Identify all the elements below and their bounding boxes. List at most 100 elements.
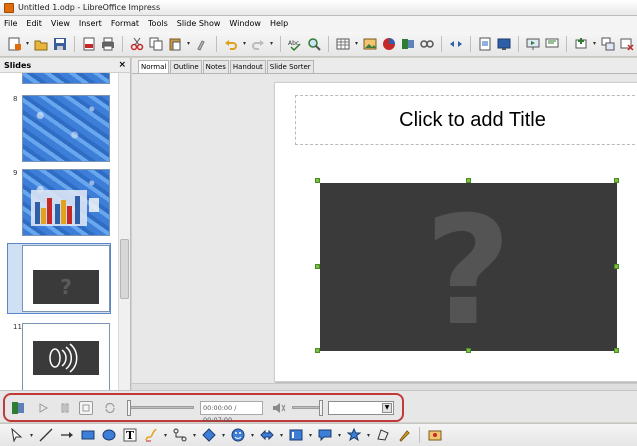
position-slider[interactable] [127, 406, 194, 409]
image-placeholder-object[interactable]: ? [320, 183, 617, 359]
slides-scrollbar-thumb[interactable] [120, 239, 129, 299]
flowchart-icon[interactable] [287, 426, 305, 444]
paste-dropdown-icon[interactable]: ▾ [186, 36, 191, 52]
slide-edit-area[interactable]: Click to add Title ? [132, 73, 637, 390]
redo-icon[interactable] [250, 36, 266, 52]
table-icon[interactable] [335, 36, 351, 52]
callouts-icon[interactable] [316, 426, 334, 444]
selection-handle[interactable] [466, 348, 471, 353]
menu-window[interactable]: Window [229, 19, 261, 28]
menu-slide-show[interactable]: Slide Show [177, 19, 221, 28]
line-icon[interactable] [37, 426, 55, 444]
flowchart-dropdown-icon[interactable]: ▾ [308, 427, 313, 443]
pause-icon[interactable] [58, 401, 72, 415]
volume-slider[interactable] [292, 406, 320, 409]
stars-icon[interactable] [345, 426, 363, 444]
menu-file[interactable]: File [4, 19, 17, 28]
delete-slide-icon[interactable] [619, 36, 635, 52]
new-icon[interactable] [6, 36, 22, 52]
selection-handle[interactable] [614, 178, 619, 183]
tab-handout[interactable]: Handout [229, 60, 266, 73]
selection-handle[interactable] [614, 264, 619, 269]
horizontal-scrollbar[interactable] [132, 383, 637, 390]
paste-icon[interactable] [167, 36, 183, 52]
slide-thumbnail-8[interactable] [22, 95, 110, 162]
copy-icon[interactable] [148, 36, 164, 52]
select-icon[interactable] [8, 426, 26, 444]
menu-format[interactable]: Format [111, 19, 139, 28]
menu-view[interactable]: View [51, 19, 70, 28]
symbol-shapes-dropdown-icon[interactable]: ▾ [250, 427, 255, 443]
print-icon[interactable] [100, 36, 116, 52]
find-icon[interactable] [306, 36, 322, 52]
redo-dropdown-icon[interactable]: ▾ [269, 36, 274, 52]
slide-thumbnail-list[interactable]: 8 9 10 ? 11 [0, 73, 118, 390]
undo-icon[interactable] [223, 36, 239, 52]
callouts-dropdown-icon[interactable]: ▾ [337, 427, 342, 443]
selection-handle[interactable] [614, 348, 619, 353]
new-dropdown-icon[interactable]: ▾ [25, 36, 30, 52]
open-icon[interactable] [33, 36, 49, 52]
freeform-icon[interactable] [142, 426, 160, 444]
title-placeholder[interactable]: Click to add Title [295, 95, 637, 145]
mute-icon[interactable] [272, 401, 286, 415]
chart-icon[interactable] [381, 36, 397, 52]
arrow-line-icon[interactable] [58, 426, 76, 444]
tab-slide-sorter[interactable]: Slide Sorter [266, 60, 314, 73]
text-icon[interactable]: T [121, 426, 139, 444]
ellipse-icon[interactable] [100, 426, 118, 444]
position-slider-handle[interactable] [127, 400, 131, 416]
zoom-select[interactable]: ▼ [328, 401, 394, 415]
navigator-icon[interactable] [448, 36, 464, 52]
duplicate-slide-icon[interactable] [600, 36, 616, 52]
selection-handle[interactable] [315, 264, 320, 269]
spellcheck-icon[interactable]: Abc [287, 36, 303, 52]
slide-show-icon[interactable] [525, 36, 541, 52]
new-slide-icon[interactable] [573, 36, 589, 52]
glue-points-icon[interactable] [395, 426, 413, 444]
slides-scrollbar[interactable] [118, 73, 130, 390]
export-pdf-icon[interactable] [81, 36, 97, 52]
display-icon[interactable] [496, 36, 512, 52]
table-dropdown-icon[interactable]: ▾ [354, 36, 359, 52]
rectangle-icon[interactable] [79, 426, 97, 444]
slide-canvas[interactable]: Click to add Title ? [274, 82, 637, 382]
tab-outline[interactable]: Outline [170, 60, 202, 73]
stop-icon[interactable] [79, 401, 93, 415]
symbol-shapes-icon[interactable] [229, 426, 247, 444]
image-icon[interactable] [362, 36, 378, 52]
slide-layout-icon[interactable] [544, 36, 560, 52]
block-arrows-icon[interactable] [258, 426, 276, 444]
block-arrows-dropdown-icon[interactable]: ▾ [279, 427, 284, 443]
menu-edit[interactable]: Edit [26, 19, 42, 28]
select-dropdown-icon[interactable]: ▾ [29, 427, 34, 443]
connector-icon[interactable] [171, 426, 189, 444]
freeform-dropdown-icon[interactable]: ▾ [163, 427, 168, 443]
gallery-icon[interactable] [477, 36, 493, 52]
new-slide-dropdown-icon[interactable]: ▾ [592, 36, 597, 52]
menu-help[interactable]: Help [270, 19, 288, 28]
cut-icon[interactable] [129, 36, 145, 52]
fontwork-icon[interactable] [419, 36, 435, 52]
repeat-icon[interactable] [103, 401, 117, 415]
basic-shapes-dropdown-icon[interactable]: ▾ [221, 427, 226, 443]
chevron-down-icon[interactable]: ▼ [382, 403, 392, 413]
connector-dropdown-icon[interactable]: ▾ [192, 427, 197, 443]
tab-normal[interactable]: Normal [138, 60, 170, 73]
play-icon[interactable] [36, 401, 50, 415]
volume-slider-handle[interactable] [319, 400, 323, 416]
undo-dropdown-icon[interactable]: ▾ [242, 36, 247, 52]
slide-thumbnail-11[interactable] [22, 323, 110, 390]
slide-thumbnail-9[interactable] [22, 169, 110, 236]
stars-dropdown-icon[interactable]: ▾ [366, 427, 371, 443]
close-icon[interactable]: × [118, 60, 126, 70]
basic-shapes-icon[interactable] [200, 426, 218, 444]
points-icon[interactable] [374, 426, 392, 444]
selection-handle[interactable] [315, 178, 320, 183]
tab-notes[interactable]: Notes [202, 60, 229, 73]
clone-format-icon[interactable] [194, 36, 210, 52]
selection-handle[interactable] [315, 348, 320, 353]
menu-tools[interactable]: Tools [148, 19, 168, 28]
insert-media-icon[interactable] [11, 401, 25, 415]
menu-insert[interactable]: Insert [79, 19, 102, 28]
